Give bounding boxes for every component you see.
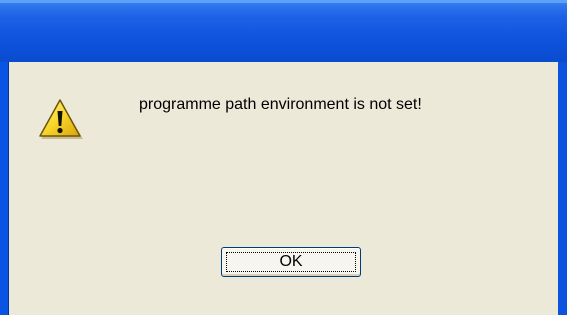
warning-icon — [39, 99, 83, 139]
window-border — [557, 62, 567, 315]
title-bar[interactable] — [0, 0, 567, 62]
dialog-message: programme path environment is not set! — [139, 96, 422, 113]
ok-button-label: OK — [279, 253, 303, 270]
dialog-body: programme path environment is not set! O… — [8, 62, 558, 315]
message-dialog: programme path environment is not set! O… — [0, 0, 567, 315]
ok-button[interactable]: OK — [221, 247, 361, 277]
